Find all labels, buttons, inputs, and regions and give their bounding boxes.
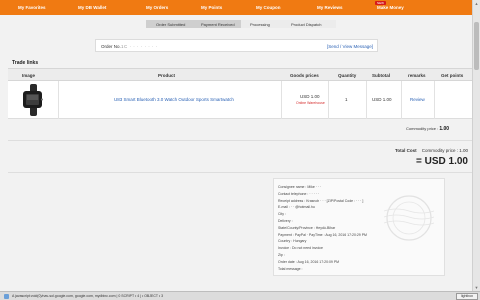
detail-line: Total message : bbox=[278, 266, 303, 271]
browser-status-bar: A javascript:void(0)/nav-sol.google.com,… bbox=[0, 291, 480, 300]
detail-line: Consignee name : Mike · · · bbox=[278, 185, 322, 189]
order-progress: Order Submitted Payment Received Process… bbox=[146, 20, 336, 28]
detail-line: City : bbox=[278, 212, 286, 217]
status-button[interactable]: lightbox bbox=[456, 293, 478, 300]
status-text: A javascript:void(0)/nav-sol.google.com,… bbox=[12, 294, 164, 298]
totals-commodity-label: Commodity price : bbox=[421, 148, 458, 153]
price-note: Online Warehouse bbox=[296, 101, 325, 105]
review-link[interactable]: Review bbox=[410, 97, 425, 102]
divider bbox=[8, 172, 472, 173]
col-remarks: remarks bbox=[408, 73, 426, 78]
detail-line: Delivery : bbox=[278, 219, 293, 223]
nav-my-reviews[interactable]: My Reviews bbox=[317, 5, 343, 10]
col-image: Image bbox=[22, 73, 36, 78]
step-processing: Processing bbox=[250, 21, 270, 27]
cell-divider bbox=[328, 81, 329, 119]
product-name-link[interactable]: U83 Smart Bluetooth 3.0 Watch Outdoor Sp… bbox=[114, 97, 234, 102]
cell-divider bbox=[281, 81, 282, 119]
postmark-stamp-icon bbox=[383, 195, 435, 241]
order-number-value: 1C · · · · · · · · bbox=[121, 43, 158, 49]
top-nav: My Favorites My DB Wallet My Orders My P… bbox=[0, 0, 472, 15]
detail-line: Receipt address : Krasnoh · · · [ZIP/Pos… bbox=[278, 198, 364, 203]
totals-commodity-value: 1.00 bbox=[459, 148, 468, 153]
cell-divider bbox=[366, 81, 367, 119]
scroll-down-icon[interactable]: ▼ bbox=[474, 285, 479, 290]
detail-line: Order date : Aug 16, 2016 17:20:09 PM bbox=[278, 259, 340, 264]
detail-line: E-mail : · · @hotmail.hu bbox=[278, 205, 315, 210]
status-page-icon bbox=[4, 294, 9, 299]
nav-my-points[interactable]: My Points bbox=[201, 5, 222, 10]
subtotal-value: USD 1.00 bbox=[372, 97, 392, 102]
commodity-price-label: Commodity price : bbox=[406, 126, 439, 131]
col-goods-prices: Goods prices bbox=[290, 73, 319, 78]
table-row: U83 Smart Bluetooth 3.0 Watch Outdoor Sp… bbox=[8, 81, 472, 119]
shipping-details-card: Consignee name : Mike · · · Contact telep… bbox=[273, 178, 445, 276]
product-image[interactable] bbox=[20, 84, 46, 116]
step-payment-received: Payment Received bbox=[201, 21, 235, 27]
vertical-scrollbar[interactable]: ▲ ▼ bbox=[472, 0, 480, 291]
scrollbar-thumb[interactable] bbox=[474, 22, 479, 70]
detail-line: Country : Hungary bbox=[278, 239, 307, 244]
nav-my-favorites[interactable]: My Favorites bbox=[18, 5, 46, 10]
scroll-up-icon[interactable]: ▲ bbox=[474, 1, 479, 6]
divider bbox=[8, 140, 472, 141]
quantity-value: 1 bbox=[345, 97, 348, 102]
send-view-message-link[interactable]: [Send / View Message] bbox=[327, 44, 373, 49]
step-order-submitted: Order Submitted bbox=[156, 21, 186, 27]
goods-price: USD 1.00 bbox=[300, 94, 320, 99]
detail-line: Contact telephone : · · · · · bbox=[278, 191, 320, 196]
col-subtotal: Subtotal bbox=[372, 73, 390, 78]
cell-divider bbox=[401, 81, 402, 119]
commodity-price-line: Commodity price : 1.00 bbox=[406, 126, 449, 132]
nav-make-money[interactable]: Make Money bbox=[377, 5, 404, 10]
grand-total: = USD 1.00 bbox=[416, 156, 468, 167]
trade-links-title: Trade links bbox=[12, 60, 39, 66]
cell-divider bbox=[434, 81, 435, 119]
totals: Total Cost Commodity price : 1.00 = USD … bbox=[395, 148, 468, 167]
col-get-points: Get points bbox=[441, 73, 464, 78]
col-quantity: Quantity bbox=[338, 73, 357, 78]
nav-my-orders[interactable]: My Orders bbox=[146, 5, 168, 10]
detail-line: Invoice : Do not need invoice bbox=[278, 246, 323, 251]
order-number-box: Order No. 1C · · · · · · · · [Send / Vie… bbox=[95, 39, 378, 52]
step-product-dispatch: Product Dispatch bbox=[291, 21, 322, 27]
nav-my-db-wallet[interactable]: My DB Wallet bbox=[78, 5, 106, 10]
table-header: Image Product Goods prices Quantity Subt… bbox=[8, 68, 472, 81]
detail-line: Payment : PayPal · PayTime : Aug 16, 201… bbox=[278, 232, 367, 237]
total-cost-label: Total Cost bbox=[395, 148, 417, 153]
cell-divider bbox=[58, 81, 59, 119]
detail-line: Zip : bbox=[278, 253, 285, 257]
page: My Favorites My DB Wallet My Orders My P… bbox=[0, 0, 480, 300]
order-number-label: Order No. bbox=[101, 43, 121, 49]
detail-line: State/County/Province : Heydú-Bihar bbox=[278, 225, 336, 230]
trade-links-table: Image Product Goods prices Quantity Subt… bbox=[8, 68, 472, 119]
col-product: Product bbox=[158, 73, 176, 78]
commodity-price-value: 1.00 bbox=[439, 126, 450, 132]
nav-my-coupon[interactable]: My Coupon bbox=[256, 5, 281, 10]
